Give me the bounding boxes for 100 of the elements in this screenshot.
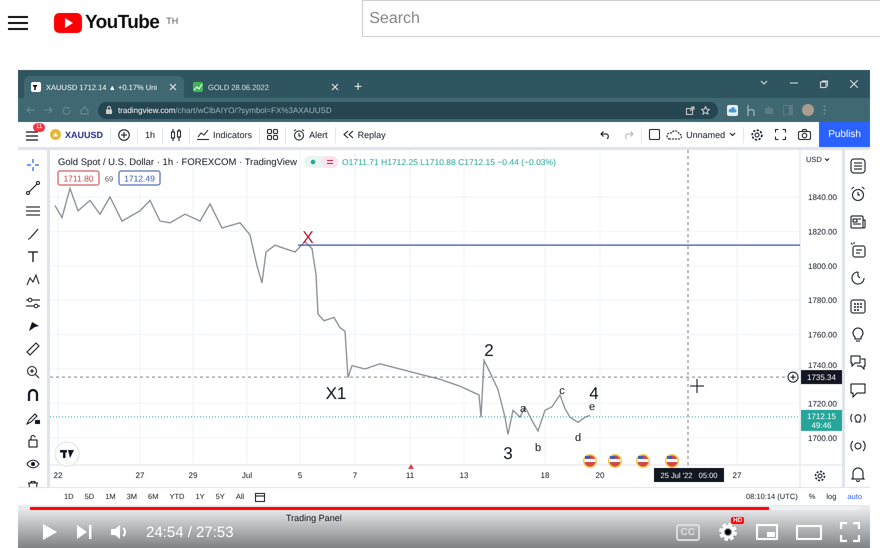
wave-label[interactable]: 2 — [484, 341, 494, 360]
play-icon[interactable] — [42, 523, 58, 541]
trend-line-icon[interactable] — [26, 181, 40, 195]
share-icon[interactable] — [686, 106, 695, 114]
event-flag-icon[interactable] — [583, 454, 597, 468]
price-axis-label: 1740.00 — [808, 361, 837, 370]
checkbox-icon[interactable] — [649, 129, 660, 140]
candles-icon[interactable] — [170, 128, 182, 140]
caret-icon — [729, 132, 736, 137]
parallel-lines-icon[interactable] — [26, 204, 40, 218]
chat-bubble-icon[interactable] — [850, 382, 866, 398]
ruler-icon[interactable] — [26, 342, 40, 356]
pencil-lock-icon[interactable] — [26, 411, 40, 425]
price-axis-label: 1760.00 — [808, 330, 837, 340]
marker-icon — [408, 464, 414, 469]
undo-icon[interactable] — [600, 130, 612, 139]
event-flag-icon[interactable] — [665, 454, 679, 468]
time-axis-label: 29 — [188, 471, 198, 480]
time-axis-label: 18 — [540, 471, 550, 480]
wave-label[interactable]: X — [302, 228, 314, 247]
chart-title: Gold Spot / U.S. Dollar · 1h · FOREXCOM · TradingView — [58, 157, 297, 168]
calendar-range-icon[interactable] — [255, 492, 266, 502]
symbol-search[interactable]: XAUUSD — [50, 129, 104, 140]
interval-button[interactable]: 1h — [145, 130, 156, 140]
close-icon[interactable] — [850, 80, 858, 88]
chat-bubbles-icon[interactable] — [850, 354, 866, 370]
price-axis-label: 1840.00 — [808, 193, 837, 202]
add-alert-icon[interactable] — [788, 372, 798, 383]
price-axis-label: 1720.00 — [808, 399, 837, 408]
camera-icon[interactable] — [798, 129, 812, 140]
indicators-button[interactable]: Indicators — [197, 129, 252, 140]
sliders-icon[interactable] — [26, 296, 40, 310]
brush-icon[interactable] — [26, 227, 40, 241]
newspaper-icon[interactable] — [850, 214, 866, 230]
bar-countdown: 49:46 — [811, 420, 832, 430]
gauge-icon[interactable] — [850, 270, 866, 286]
event-flag-icon[interactable] — [636, 454, 650, 468]
cloud-extension-icon[interactable] — [727, 104, 738, 116]
wave-label[interactable]: d — [574, 432, 582, 444]
crosshair-icon[interactable] — [26, 158, 40, 172]
broadcast-icon[interactable] — [850, 438, 866, 454]
horizontal-line[interactable] — [298, 244, 800, 246]
wave-label[interactable]: e — [588, 401, 596, 413]
chart-line-icon — [197, 129, 210, 140]
volume-icon[interactable] — [110, 523, 128, 541]
miniplayer-icon[interactable] — [756, 524, 778, 540]
time-display: 24:54 / 27:53 — [146, 524, 234, 540]
close-icon[interactable] — [169, 83, 177, 91]
pattern-icon[interactable] — [26, 273, 40, 287]
menu-icon[interactable] — [8, 14, 28, 30]
star-icon[interactable] — [701, 106, 710, 114]
price-axis-label: 1800.00 — [808, 262, 837, 271]
wave-label[interactable]: b — [534, 442, 542, 454]
wave-label[interactable]: 4 — [589, 384, 599, 403]
play-logo-icon[interactable] — [54, 12, 82, 32]
tv-logo-icon[interactable] — [54, 442, 80, 466]
wave-label[interactable]: X1 — [326, 384, 346, 403]
lock-icon[interactable] — [26, 434, 40, 448]
market-status-icon[interactable] — [304, 156, 338, 168]
h-extension-icon[interactable] — [747, 104, 755, 116]
replay-button[interactable]: Replay — [342, 130, 386, 140]
settings-icon[interactable] — [814, 470, 826, 482]
lock-icon — [106, 106, 112, 114]
search-field[interactable]: Search — [362, 0, 880, 37]
ohlc-values: O1711.71 H1712.25 L1710.88 C1712.15 −0.44 (−0.03%) — [342, 157, 556, 167]
templates-icon[interactable] — [267, 129, 278, 140]
restore-icon[interactable] — [820, 80, 828, 88]
settings-icon[interactable] — [751, 128, 764, 140]
address-bar[interactable]: tradingview.com/chart/wClbAIYO/?symbol=FX%3AXAUUSD — [98, 102, 718, 118]
wave-label[interactable]: a — [520, 403, 526, 415]
caret-icon[interactable] — [824, 158, 830, 162]
logo-text[interactable]: YouTube — [85, 12, 160, 34]
publish-button[interactable]: Publish — [819, 122, 870, 147]
theater-mode-icon[interactable] — [796, 524, 822, 540]
lightbulb-icon[interactable] — [850, 326, 866, 342]
chart-favicon — [193, 82, 203, 92]
wave-label[interactable]: 3 — [503, 444, 513, 463]
add-symbol-icon[interactable] — [118, 128, 130, 140]
event-flag-icon[interactable] — [608, 454, 622, 468]
eye-icon[interactable] — [26, 457, 40, 471]
minimize-icon[interactable] — [790, 80, 798, 86]
layout-menu[interactable]: Unnamed — [666, 130, 736, 140]
close-icon[interactable] — [331, 83, 339, 91]
alarm-clock-icon[interactable] — [850, 186, 866, 202]
fullscreen-icon[interactable] — [775, 129, 786, 140]
wave-label[interactable]: c — [559, 385, 565, 397]
zoom-in-icon[interactable] — [26, 365, 40, 379]
next-icon[interactable] — [76, 524, 92, 540]
alert-button[interactable]: Alert — [293, 128, 328, 140]
panel-tab[interactable]: Trading Panel — [286, 513, 342, 523]
menu-icon[interactable] — [26, 130, 38, 140]
region-code: TH — [166, 16, 178, 26]
list-icon[interactable] — [850, 158, 866, 174]
time-axis-label: 22 — [54, 471, 62, 480]
calendar-list-icon[interactable] — [850, 242, 866, 258]
text-tool-icon[interactable] — [26, 250, 40, 264]
magnet-icon[interactable] — [26, 388, 40, 402]
new-tab-button[interactable]: + — [354, 78, 362, 94]
bell-icon[interactable] — [850, 466, 866, 482]
calendar-icon[interactable] — [850, 298, 866, 314]
